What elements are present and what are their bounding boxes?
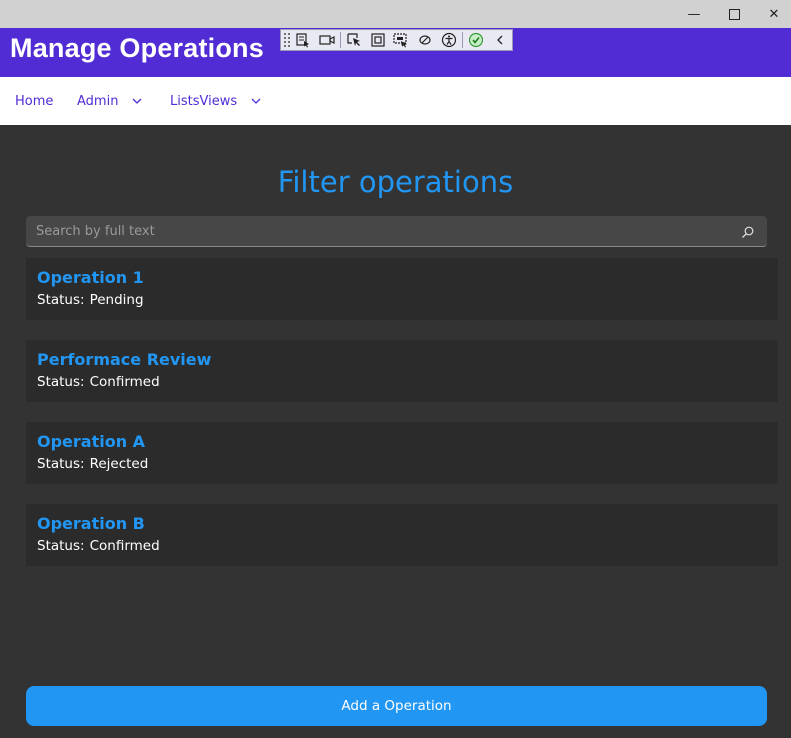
binding-failures-icon[interactable] [413,30,437,50]
debug-toolbar [280,29,513,51]
status-value: Confirmed [89,374,160,390]
display-layout-adorners-icon[interactable] [366,30,390,50]
nav-item-label: Admin [77,93,119,109]
page-title: Manage Operations [10,33,264,63]
status-value: Confirmed [89,538,160,554]
status-value: Pending [89,292,144,308]
app-window: — ✕ Manage Operations Home Admin ListsVi… [0,0,791,738]
operation-status: Status: Pending [37,292,144,308]
status-label: Status: [37,538,85,554]
title-bar: — ✕ [0,0,791,28]
search-bar [26,216,767,247]
toolbar-separator [462,32,464,48]
record-icon[interactable] [315,30,339,50]
select-element-icon[interactable] [342,30,366,50]
operation-name: Operation 1 [37,268,144,287]
nav-item-home[interactable]: Home [15,77,53,125]
status-label: Status: [37,456,85,472]
nav-bar: Home Admin ListsViews [0,77,791,125]
operation-status: Status: Confirmed [37,538,160,554]
status-label: Status: [37,292,85,308]
status-label: Status: [37,374,85,390]
minimize-icon[interactable]: — [675,0,713,28]
chevron-down-icon [251,94,261,109]
nav-item-label: ListsViews [170,93,238,109]
operation-name: Operation A [37,432,146,451]
search-input[interactable] [26,216,726,246]
add-operation-button[interactable]: Add a Operation [26,686,767,726]
list-item[interactable]: Operation A Status: Rejected [26,422,778,484]
close-icon[interactable]: ✕ [755,0,791,28]
nav-item-listsviews[interactable]: ListsViews [170,77,261,125]
drag-grip-icon[interactable] [283,32,291,48]
operation-status: Status: Rejected [37,456,148,472]
list-item[interactable]: Performace Review Status: Confirmed [26,340,778,402]
status-value: Rejected [89,456,149,472]
list-item[interactable]: Operation B Status: Confirmed [26,504,778,566]
operation-name: Operation B [37,514,145,533]
chevron-down-icon [132,94,142,109]
hot-reload-ok-icon[interactable] [464,30,488,50]
search-icon[interactable] [741,224,755,238]
track-focus-icon[interactable] [390,30,414,50]
nav-item-label: Home [15,93,54,109]
collapse-chevron-icon[interactable] [488,30,512,50]
live-visual-tree-icon[interactable] [291,30,315,50]
operation-status: Status: Confirmed [37,374,160,390]
filter-heading: Filter operations [277,165,514,199]
toolbar-separator [339,32,341,48]
maximize-icon[interactable] [715,0,753,28]
accessibility-checker-icon[interactable] [437,30,461,50]
list-item[interactable]: Operation 1 Status: Pending [26,258,778,320]
operation-name: Performace Review [37,350,212,369]
nav-item-admin[interactable]: Admin [77,77,142,125]
